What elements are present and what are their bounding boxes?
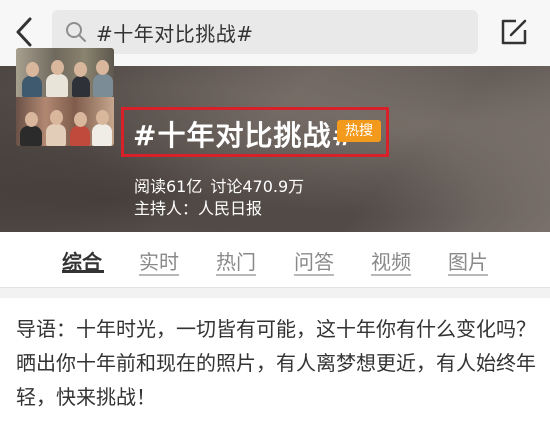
thumbnail-face (26, 62, 39, 77)
topic-stats: 阅读61亿 讨论470.9万 (134, 173, 304, 197)
thumbnail-face (96, 60, 109, 75)
thumbnail-figure (72, 76, 90, 97)
back-button[interactable] (10, 14, 38, 50)
search-icon (62, 18, 90, 46)
tab-bar: 综合 实时 热门 问答 视频 图片 (0, 232, 550, 288)
thumbnail-figure (22, 76, 42, 97)
topic-thumbnail[interactable] (16, 48, 114, 146)
thumbnail-face (50, 110, 63, 125)
thumbnail-face (51, 60, 64, 75)
thumbnail-figure (20, 126, 42, 146)
hot-badge: 热搜 (337, 120, 381, 142)
thumbnail-face (25, 112, 38, 127)
tab-realtime[interactable]: 实时 (139, 246, 179, 275)
tab-images[interactable]: 图片 (448, 246, 488, 275)
search-input[interactable]: #十年对比挑战# (52, 10, 478, 54)
tab-video[interactable]: 视频 (371, 246, 411, 275)
topic-host: 主持人：人民日报 (134, 199, 263, 218)
thumbnail-face (96, 110, 109, 125)
thumbnail-figure (92, 124, 112, 146)
thumbnail-figure (46, 74, 68, 97)
active-tab-indicator (62, 270, 104, 273)
thumbnail-face (74, 62, 87, 77)
search-query: #十年对比挑战# (96, 21, 254, 46)
thumbnail-figure (93, 74, 113, 97)
back-arrow-icon (16, 17, 32, 47)
compose-button[interactable] (496, 14, 532, 50)
thumbnail-face (74, 112, 87, 127)
section-divider (0, 288, 550, 298)
tab-popular[interactable]: 热门 (216, 246, 256, 275)
topic-intro: 导语：十年时光，一切皆有可能，这十年你有什么变化吗？晒出你十年前和现在的照片，有… (16, 317, 536, 409)
compose-icon (501, 19, 527, 45)
thumbnail-figure (70, 126, 90, 146)
read-count: 阅读61亿 (134, 177, 203, 196)
discussion-count: 讨论470.9万 (210, 177, 305, 196)
topic-title: #十年对比挑战# (133, 119, 356, 152)
thumbnail-figure (46, 124, 66, 146)
tab-qa[interactable]: 问答 (294, 246, 334, 275)
